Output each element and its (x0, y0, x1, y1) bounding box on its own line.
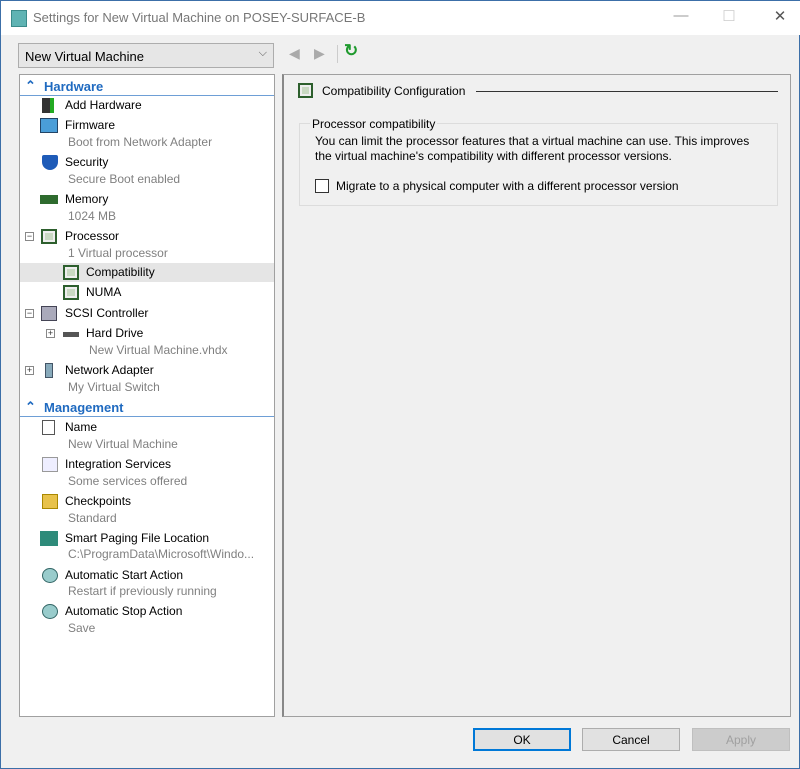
tree-item-add-hardware[interactable]: Add Hardware (20, 96, 274, 115)
vm-selector-value: New Virtual Machine (25, 49, 144, 64)
settings-panel: Compatibility Configuration Processor co… (282, 74, 791, 717)
window-title: Settings for New Virtual Machine on POSE… (33, 10, 365, 25)
close-button[interactable]: ✕ (765, 7, 795, 29)
item-detail: 1024 MB (68, 209, 116, 223)
item-label: Hard Drive (86, 326, 143, 340)
vm-selector-dropdown[interactable]: New Virtual Machine ⌵ (18, 43, 274, 68)
item-label: Firmware (65, 118, 115, 132)
tree-item-security[interactable]: Security (20, 153, 274, 172)
description: You can limit the processor features tha… (315, 134, 749, 164)
processor-icon (41, 229, 57, 244)
tree-item-processor[interactable]: − Processor (20, 227, 274, 246)
item-detail: Secure Boot enabled (68, 172, 180, 186)
start-action-icon (42, 568, 58, 583)
collapse-toggle[interactable]: − (25, 232, 34, 241)
tree-item-name[interactable]: Name (20, 418, 274, 437)
item-detail: Standard (68, 511, 117, 525)
section-label: Management (44, 400, 123, 415)
back-button[interactable]: ◀ (289, 45, 300, 62)
add-hardware-icon (42, 98, 54, 113)
processor-icon (63, 265, 79, 280)
hyperv-settings-icon (11, 10, 27, 27)
maximize-button[interactable]: ☐ (714, 7, 744, 29)
processor-icon (63, 285, 79, 300)
section-management[interactable]: ⌃ Management (20, 398, 274, 417)
item-detail: Boot from Network Adapter (68, 135, 212, 149)
apply-button[interactable]: Apply (692, 728, 790, 751)
hard-drive-icon (63, 332, 79, 337)
shield-icon (42, 155, 58, 170)
item-detail: Restart if previously running (68, 584, 217, 598)
title-rule (476, 91, 778, 92)
tree-item-network-adapter[interactable]: + Network Adapter (20, 361, 274, 380)
expand-toggle[interactable]: + (46, 329, 55, 338)
expand-toggle[interactable]: + (25, 366, 34, 375)
item-detail: Save (68, 621, 95, 635)
scsi-controller-icon (41, 306, 57, 321)
panel-title: Compatibility Configuration (322, 84, 465, 98)
refresh-button[interactable]: ↻ (344, 41, 358, 61)
tree-item-scsi-controller[interactable]: − SCSI Controller (20, 304, 274, 323)
ok-button[interactable]: OK (473, 728, 571, 751)
item-detail: Some services offered (68, 474, 187, 488)
tree-item-firmware[interactable]: Firmware (20, 116, 274, 135)
tree-item-numa[interactable]: NUMA (20, 283, 274, 302)
cancel-button[interactable]: Cancel (582, 728, 680, 751)
collapse-icon: ⌃ (25, 399, 36, 415)
item-detail: C:\ProgramData\Microsoft\Windo... (68, 547, 254, 561)
tree-item-automatic-stop[interactable]: Automatic Stop Action (20, 602, 274, 621)
item-detail: 1 Virtual processor (68, 246, 168, 260)
item-label: Automatic Stop Action (65, 604, 182, 618)
title-bar: Settings for New Virtual Machine on POSE… (1, 1, 800, 35)
collapse-toggle[interactable]: − (25, 309, 34, 318)
item-label: Processor (65, 229, 119, 243)
forward-button[interactable]: ▶ (314, 45, 325, 62)
description-line: the virtual machine's compatibility with… (315, 149, 749, 164)
name-icon (42, 420, 55, 435)
item-label: Compatibility (86, 265, 155, 279)
item-detail: My Virtual Switch (68, 380, 160, 394)
item-label: SCSI Controller (65, 306, 148, 320)
processor-compatibility-group: Processor compatibility You can limit th… (299, 123, 778, 206)
tree-item-checkpoints[interactable]: Checkpoints (20, 492, 274, 511)
migrate-checkbox-label: Migrate to a physical computer with a di… (336, 179, 679, 193)
item-detail: New Virtual Machine.vhdx (89, 343, 228, 357)
processor-icon (298, 83, 313, 98)
tree-item-automatic-start[interactable]: Automatic Start Action (20, 566, 274, 585)
item-label: Add Hardware (65, 98, 142, 112)
toolbar-divider (337, 45, 338, 63)
stop-action-icon (42, 604, 58, 619)
monitor-icon (40, 118, 58, 133)
integration-services-icon (42, 457, 58, 472)
description-line: You can limit the processor features tha… (315, 134, 749, 149)
item-detail: New Virtual Machine (68, 437, 178, 451)
section-label: Hardware (44, 79, 103, 94)
tree-item-hard-drive[interactable]: + Hard Drive (20, 324, 274, 343)
tree-item-smart-paging[interactable]: Smart Paging File Location (20, 529, 274, 548)
item-label: Memory (65, 192, 108, 206)
item-label: Security (65, 155, 108, 169)
group-label: Processor compatibility (310, 117, 437, 131)
item-label: Network Adapter (65, 363, 154, 377)
item-label: Checkpoints (65, 494, 131, 508)
collapse-icon: ⌃ (25, 78, 36, 94)
tree-item-compatibility[interactable]: Compatibility (20, 263, 274, 282)
item-label: NUMA (86, 285, 121, 299)
minimize-button[interactable]: — (666, 7, 696, 29)
tree-item-integration-services[interactable]: Integration Services (20, 455, 274, 474)
checkpoints-icon (42, 494, 58, 509)
item-label: Name (65, 420, 97, 434)
item-label: Integration Services (65, 457, 171, 471)
memory-icon (40, 195, 58, 204)
item-label: Smart Paging File Location (65, 531, 209, 545)
chevron-down-icon: ⌵ (259, 47, 267, 60)
section-hardware[interactable]: ⌃ Hardware (20, 77, 274, 96)
item-label: Automatic Start Action (65, 568, 183, 582)
smart-paging-icon (40, 531, 58, 546)
divider (20, 416, 274, 417)
tree-item-memory[interactable]: Memory (20, 190, 274, 209)
migrate-checkbox[interactable] (315, 179, 329, 193)
settings-tree: ⌃ Hardware Add Hardware Firmware Boot fr… (19, 74, 275, 717)
network-adapter-icon (45, 363, 53, 378)
